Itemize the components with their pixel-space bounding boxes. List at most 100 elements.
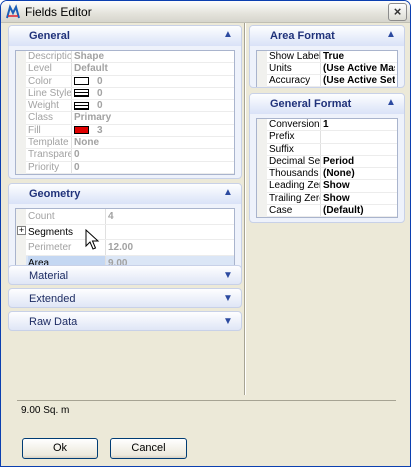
property-value: (Default) (323, 205, 364, 217)
right-pane: Area Format ▲ Show Label True Units (Use Ac… (249, 23, 405, 395)
property-row[interactable]: Priority 0 (16, 161, 234, 174)
color-swatch-icon (74, 76, 89, 85)
row-divider (26, 172, 234, 174)
general-format-property-grid: Conversion F1PrefixSuffixDecimal SepaPer… (256, 118, 398, 218)
close-button[interactable]: × (388, 3, 407, 21)
property-value: Primary (74, 112, 112, 124)
pane-splitter[interactable] (242, 23, 249, 395)
general-format-group-header[interactable]: General Format ▲ (250, 94, 404, 114)
property-value-cell[interactable]: 4 (108, 209, 232, 225)
property-row[interactable]: + Segments (16, 224, 234, 241)
property-row[interactable]: Case (Default) (257, 205, 397, 218)
property-row[interactable]: Weight 0 (16, 100, 234, 113)
property-row[interactable]: Thousands S(None) (257, 168, 397, 181)
property-row[interactable]: Level Default (16, 63, 234, 76)
property-row[interactable]: Line Style 0 (16, 87, 234, 101)
general-format-group: General Format ▲ Conversion F1PrefixSuff… (249, 93, 405, 223)
extended-group-title: Extended (29, 293, 76, 305)
chevron-down-icon[interactable]: ▼ (221, 292, 235, 306)
property-row[interactable]: Show Label True (257, 51, 397, 63)
status-text: 9.00 Sq. m (21, 405, 70, 416)
window-title: Fields Editor (25, 5, 92, 19)
line-style-swatch-icon (74, 101, 89, 110)
property-row[interactable]: Class Primary (16, 112, 234, 125)
material-group[interactable]: Material ▼ (8, 265, 242, 285)
property-value-cell[interactable]: 12.00 (108, 240, 232, 256)
chevron-up-icon[interactable]: ▲ (384, 96, 398, 110)
general-group-header[interactable]: General ▲ (9, 26, 241, 46)
property-value-cell[interactable] (108, 225, 232, 241)
chevron-up-icon[interactable]: ▲ (221, 28, 235, 42)
property-value: None (74, 137, 99, 149)
property-value: 3 (97, 124, 103, 136)
property-row[interactable]: Conversion F1 (257, 119, 397, 132)
row-gutter (257, 143, 267, 156)
color-swatch-icon (74, 126, 89, 135)
property-row[interactable]: Suffix (257, 143, 397, 156)
property-row[interactable]: Fill 3 (16, 124, 234, 138)
cancel-button[interactable]: Cancel (110, 438, 187, 459)
property-value: Show (323, 192, 350, 204)
expand-icon[interactable]: + (17, 225, 26, 235)
general-group-title: General (29, 30, 70, 42)
area-format-group-header[interactable]: Area Format ▲ (250, 26, 404, 46)
row-gutter (257, 155, 267, 169)
general-property-grid: DescriptionShapeLevelDefaultColor0Line S… (15, 50, 235, 175)
row-gutter (16, 112, 26, 125)
geometry-group-title: Geometry (29, 188, 81, 200)
property-value: 0 (74, 149, 80, 161)
property-row[interactable]: Prefix (257, 131, 397, 144)
area-format-group: Area Format ▲ Show Label True Units (Use Ac… (249, 25, 405, 88)
property-row[interactable]: Perimeter 12.00 (16, 240, 234, 256)
property-value: (Use Active Mast (323, 63, 395, 74)
property-row[interactable]: Units (Use Active Mast (257, 63, 397, 75)
property-row[interactable]: Color 0 (16, 75, 234, 88)
property-row[interactable]: Count 4 (16, 209, 234, 225)
property-row[interactable]: Leading ZeroShow (257, 180, 397, 193)
chevron-down-icon[interactable]: ▼ (221, 269, 235, 283)
raw-data-group[interactable]: Raw Data ▼ (8, 311, 242, 331)
general-group: General ▲ DescriptionShapeLevelDefaultCo… (8, 25, 242, 179)
mouse-cursor-icon (85, 229, 100, 250)
property-value: 0 (97, 75, 103, 87)
row-gutter (257, 131, 267, 144)
area-format-property-grid: Show Label True Units (Use Active Mast Accur… (256, 50, 398, 87)
extended-group[interactable]: Extended ▼ (8, 288, 242, 308)
material-group-title: Material (29, 270, 69, 282)
property-value: 1 (323, 119, 329, 130)
general-format-group-title: General Format (270, 98, 352, 110)
property-value: 0 (97, 100, 103, 112)
row-gutter (257, 180, 267, 193)
chevron-down-icon[interactable]: ▼ (221, 315, 235, 329)
property-row[interactable]: Decimal SepaPeriod (257, 155, 397, 169)
geometry-property-grid: Count 4 + Segments Perimeter 12.00 Area 9.00 (15, 208, 235, 272)
row-gutter (16, 100, 26, 113)
title-bar[interactable]: Fields Editor × (1, 1, 410, 23)
row-gutter (16, 87, 26, 101)
property-row[interactable]: Trailing ZerosShow (257, 192, 397, 206)
property-value: 12.00 (108, 242, 134, 253)
row-gutter (257, 63, 267, 75)
row-gutter (16, 63, 26, 76)
row-gutter (257, 51, 267, 63)
property-label: Count (28, 209, 106, 225)
property-value: (Use Active Setti (323, 75, 395, 86)
geometry-group-header[interactable]: Geometry ▲ (9, 184, 241, 204)
row-divider (267, 216, 397, 218)
row-gutter (16, 124, 26, 138)
row-gutter (257, 205, 267, 218)
row-gutter (257, 75, 267, 87)
property-row[interactable]: Accuracy (Use Active Setti (257, 75, 397, 87)
raw-data-group-title: Raw Data (29, 316, 78, 328)
row-gutter (16, 209, 26, 225)
property-row[interactable]: DescriptionShape (16, 51, 234, 64)
property-row[interactable]: Transparer 0 (16, 149, 234, 162)
chevron-up-icon[interactable]: ▲ (384, 28, 398, 42)
ok-button[interactable]: Ok (22, 438, 98, 459)
row-gutter (16, 137, 26, 150)
row-gutter: + (16, 224, 26, 240)
row-gutter (257, 192, 267, 206)
close-icon: × (393, 4, 402, 19)
property-row[interactable]: Template None (16, 137, 234, 150)
chevron-up-icon[interactable]: ▲ (221, 186, 235, 200)
